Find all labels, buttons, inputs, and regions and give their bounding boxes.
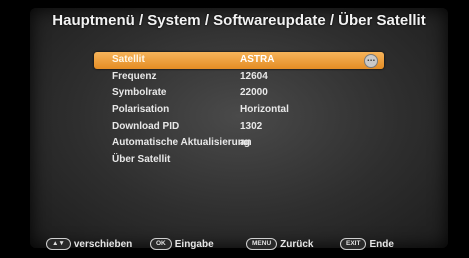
- exit-key-icon: EXIT: [340, 238, 367, 250]
- menu-item-value: 12604: [240, 70, 268, 82]
- menu-item-label: Symbolrate: [112, 87, 167, 99]
- menu-item-download-pid[interactable]: Download PID 1302: [94, 119, 384, 136]
- exit-hint-label: Ende: [369, 238, 394, 250]
- menu-item-label: Frequenz: [112, 70, 157, 82]
- menu-key-icon: MENU: [246, 238, 278, 250]
- menu-item-label: Satellit: [112, 54, 145, 65]
- ok-hint: OK Eingabe: [150, 238, 214, 250]
- menu-item-frequenz[interactable]: Frequenz 12604: [94, 69, 384, 86]
- menu-item-value: 1302: [240, 120, 263, 132]
- menu-item-label: Automatische Aktualisierung: [112, 137, 250, 149]
- menu-item-label: Über Satellit: [112, 154, 171, 166]
- menu-item-label: Download PID: [112, 120, 180, 132]
- nav-hint-label: verschieben: [73, 238, 133, 250]
- menu-item-value: ASTRA: [240, 54, 275, 65]
- tv-screen: Hauptmenü / System / Softwareupdate / Üb…: [30, 8, 448, 250]
- select-options-icon[interactable]: ⋯: [364, 54, 378, 68]
- key-help-bar: ▲▼ verschieben OK Eingabe MENU Zurück EX…: [44, 238, 436, 254]
- ok-hint-label: Eingabe: [174, 238, 214, 250]
- menu-hint: MENU Zurück: [246, 238, 313, 250]
- settings-menu: Satellit ASTRA ⋯ Frequenz 12604 Symbolra…: [94, 52, 384, 169]
- menu-item-symbolrate[interactable]: Symbolrate 22000: [94, 85, 384, 102]
- menu-hint-label: Zurück: [280, 238, 314, 250]
- menu-item-value: an: [240, 137, 252, 149]
- menu-item-value: 22000: [240, 87, 268, 99]
- menu-item-value: Horizontal: [240, 104, 289, 116]
- menu-item-auto-update[interactable]: Automatische Aktualisierung an: [94, 135, 384, 152]
- arrow-keys-icon: ▲▼: [46, 238, 71, 250]
- menu-item-polarisation[interactable]: Polarisation Horizontal: [94, 102, 384, 119]
- nav-hint: ▲▼ verschieben: [46, 238, 132, 250]
- exit-hint: EXIT Ende: [340, 238, 394, 250]
- menu-item-ueber-satellit[interactable]: Über Satellit: [94, 152, 384, 169]
- page-title: Hauptmenü / System / Softwareupdate / Üb…: [52, 12, 426, 29]
- menu-item-label: Polarisation: [112, 104, 170, 116]
- ok-key-icon: OK: [150, 238, 172, 250]
- menu-item-satellit[interactable]: Satellit ASTRA ⋯: [94, 52, 384, 69]
